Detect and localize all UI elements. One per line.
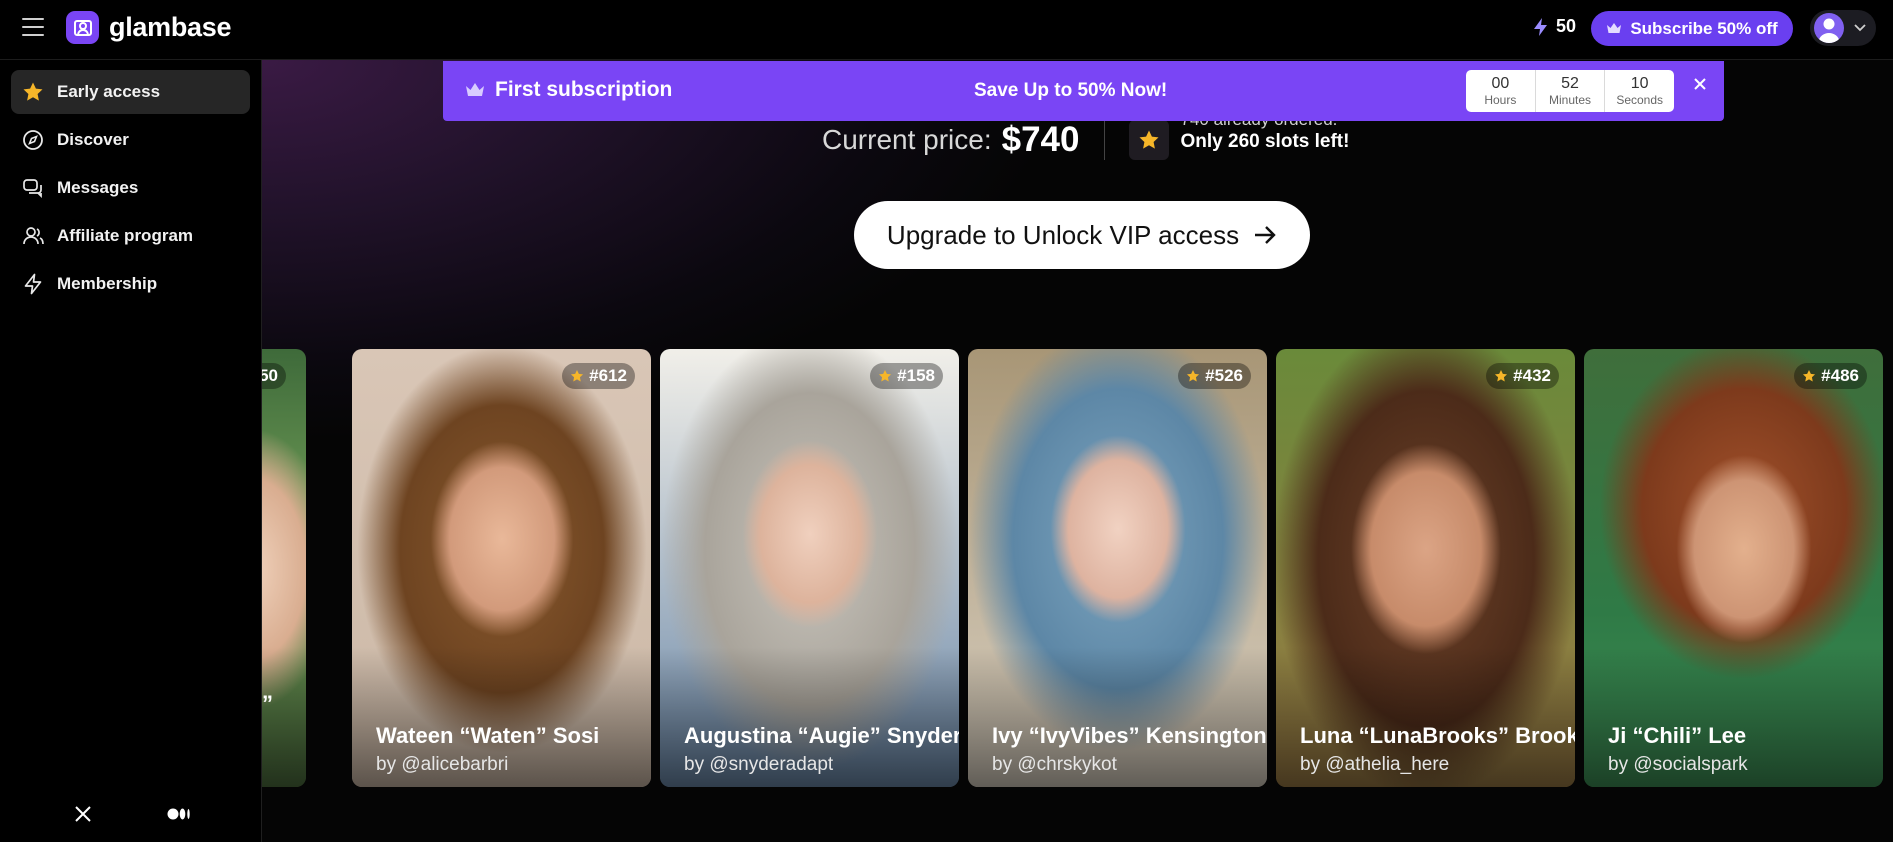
menu-icon[interactable]	[22, 18, 44, 36]
sidebar-item-label: Early access	[57, 82, 161, 101]
credits-value: 50	[1556, 16, 1577, 36]
slots-left: Only 260 slots left!	[1180, 131, 1350, 152]
messages-icon	[21, 176, 45, 200]
rank-badge: #526	[1178, 363, 1251, 389]
order-info: 740 already ordered. Only 260 slots left…	[1180, 110, 1350, 154]
upgrade-vip-button[interactable]: Upgrade to Unlock VIP access	[854, 201, 1310, 269]
star-icon	[879, 369, 892, 382]
sidebar-item-messages[interactable]: Messages	[11, 166, 250, 210]
rank-value: #612	[589, 366, 627, 385]
account-menu[interactable]	[1810, 10, 1876, 46]
user-icon	[21, 224, 45, 248]
sidebar-item-discover[interactable]: Discover	[11, 118, 250, 162]
arrow-right-icon	[1255, 226, 1276, 244]
price-row: Current price: $740 740 already ordered.…	[822, 110, 1350, 164]
card-author: by @alicebarbri	[376, 754, 509, 775]
model-card[interactable]: #486 Ji “Chili” Lee by @socialspark	[1584, 349, 1883, 787]
promo-banner: First subscription Save Up to 50% Now! 0…	[443, 61, 1724, 121]
rank-value: #526	[1205, 366, 1243, 385]
avatar	[1814, 13, 1844, 43]
rank-value: #486	[1821, 366, 1859, 385]
card-author: by @chrskykot	[992, 754, 1117, 775]
sidebar-item-label: Membership	[57, 274, 158, 293]
timer-seconds: 10 Seconds	[1616, 75, 1664, 107]
sidebar-item-membership[interactable]: Membership	[11, 262, 250, 306]
star-icon	[1803, 369, 1816, 382]
sidebar-item-label: Messages	[57, 178, 139, 197]
promo-title: First subscription	[495, 78, 673, 101]
credits-counter[interactable]: 50	[1532, 16, 1576, 37]
x-icon[interactable]	[71, 802, 95, 826]
star-icon	[21, 80, 45, 104]
star-icon	[1139, 130, 1158, 149]
close-icon[interactable]	[1690, 74, 1710, 94]
lightning-icon	[21, 272, 45, 296]
compass-icon	[21, 128, 45, 152]
glambase-logo-icon	[66, 11, 99, 44]
sidebar-item-label: Affiliate program	[57, 226, 194, 245]
logo-text: glambase	[109, 12, 232, 42]
star-badge	[1128, 120, 1169, 160]
sidebar: Early access Discover Messages Affiliate…	[0, 60, 262, 842]
lightning-icon	[1534, 17, 1547, 36]
main-content: Current price: $740 740 already ordered.…	[262, 60, 1893, 842]
promo-title-group: First subscription	[465, 78, 672, 102]
price-label: Current price:	[822, 124, 992, 155]
star-icon	[1187, 369, 1200, 382]
model-card[interactable]: #158 Augustina “Augie” Snyder by @snyder…	[660, 349, 959, 787]
sidebar-item-early-access[interactable]: Early access	[11, 70, 250, 114]
card-author: by @snyderadapt	[684, 754, 834, 775]
upgrade-label: Upgrade to Unlock VIP access	[886, 219, 1240, 250]
rank-value: #432	[1513, 366, 1551, 385]
card-name: Ji “Chili” Lee	[1608, 723, 1747, 748]
price-value: $740	[1001, 120, 1080, 159]
card-name: Wateen “Waten” Sosi	[376, 723, 600, 748]
chevron-down-icon	[1854, 24, 1866, 32]
card-name: Ivy “IvyVibes” Kensington	[992, 723, 1267, 748]
rank-badge: #612	[562, 363, 635, 389]
model-card[interactable]: #432 Luna “LunaBrooks” Brooks by @atheli…	[1276, 349, 1575, 787]
timer-minutes: 52 Minutes	[1536, 70, 1606, 112]
top-bar: glambase 50 Subscribe 50% off	[0, 0, 1893, 60]
countdown-timer: 00 Hours 52 Minutes 10 Seconds	[1466, 70, 1674, 112]
crown-icon	[1607, 23, 1622, 33]
medium-icon[interactable]	[165, 802, 193, 826]
logo[interactable]: glambase	[66, 11, 231, 44]
star-icon	[1495, 369, 1508, 382]
divider	[1103, 120, 1105, 160]
rank-badge: #432	[1486, 363, 1559, 389]
model-card[interactable]: #612 Wateen “Waten” Sosi by @alicebarbri	[352, 349, 651, 787]
rank-badge: #158	[870, 363, 943, 389]
rank-value: #158	[897, 366, 935, 385]
subscribe-button[interactable]: Subscribe 50% off	[1591, 11, 1793, 46]
card-name: Augustina “Augie” Snyder	[684, 723, 959, 748]
model-card[interactable]: #526 Ivy “IvyVibes” Kensington by @chrsk…	[968, 349, 1267, 787]
rank-badge: #486	[1794, 363, 1867, 389]
timer-hours: 00 Hours	[1466, 70, 1536, 112]
sidebar-item-affiliate-program[interactable]: Affiliate program	[11, 214, 250, 258]
promo-message: Save Up to 50% Now!	[974, 80, 1168, 101]
subscribe-label: Subscribe 50% off	[1630, 18, 1778, 38]
model-card[interactable]: #650 ”	[262, 349, 306, 787]
sidebar-item-label: Discover	[57, 130, 129, 149]
card-name: ”	[262, 691, 273, 716]
star-icon	[571, 369, 584, 382]
card-name: Luna “LunaBrooks” Brooks	[1300, 723, 1575, 748]
card-author: by @athelia_here	[1300, 754, 1450, 775]
rank-value: #650	[262, 366, 278, 385]
card-author: by @socialspark	[1608, 754, 1748, 775]
crown-icon	[466, 83, 484, 96]
